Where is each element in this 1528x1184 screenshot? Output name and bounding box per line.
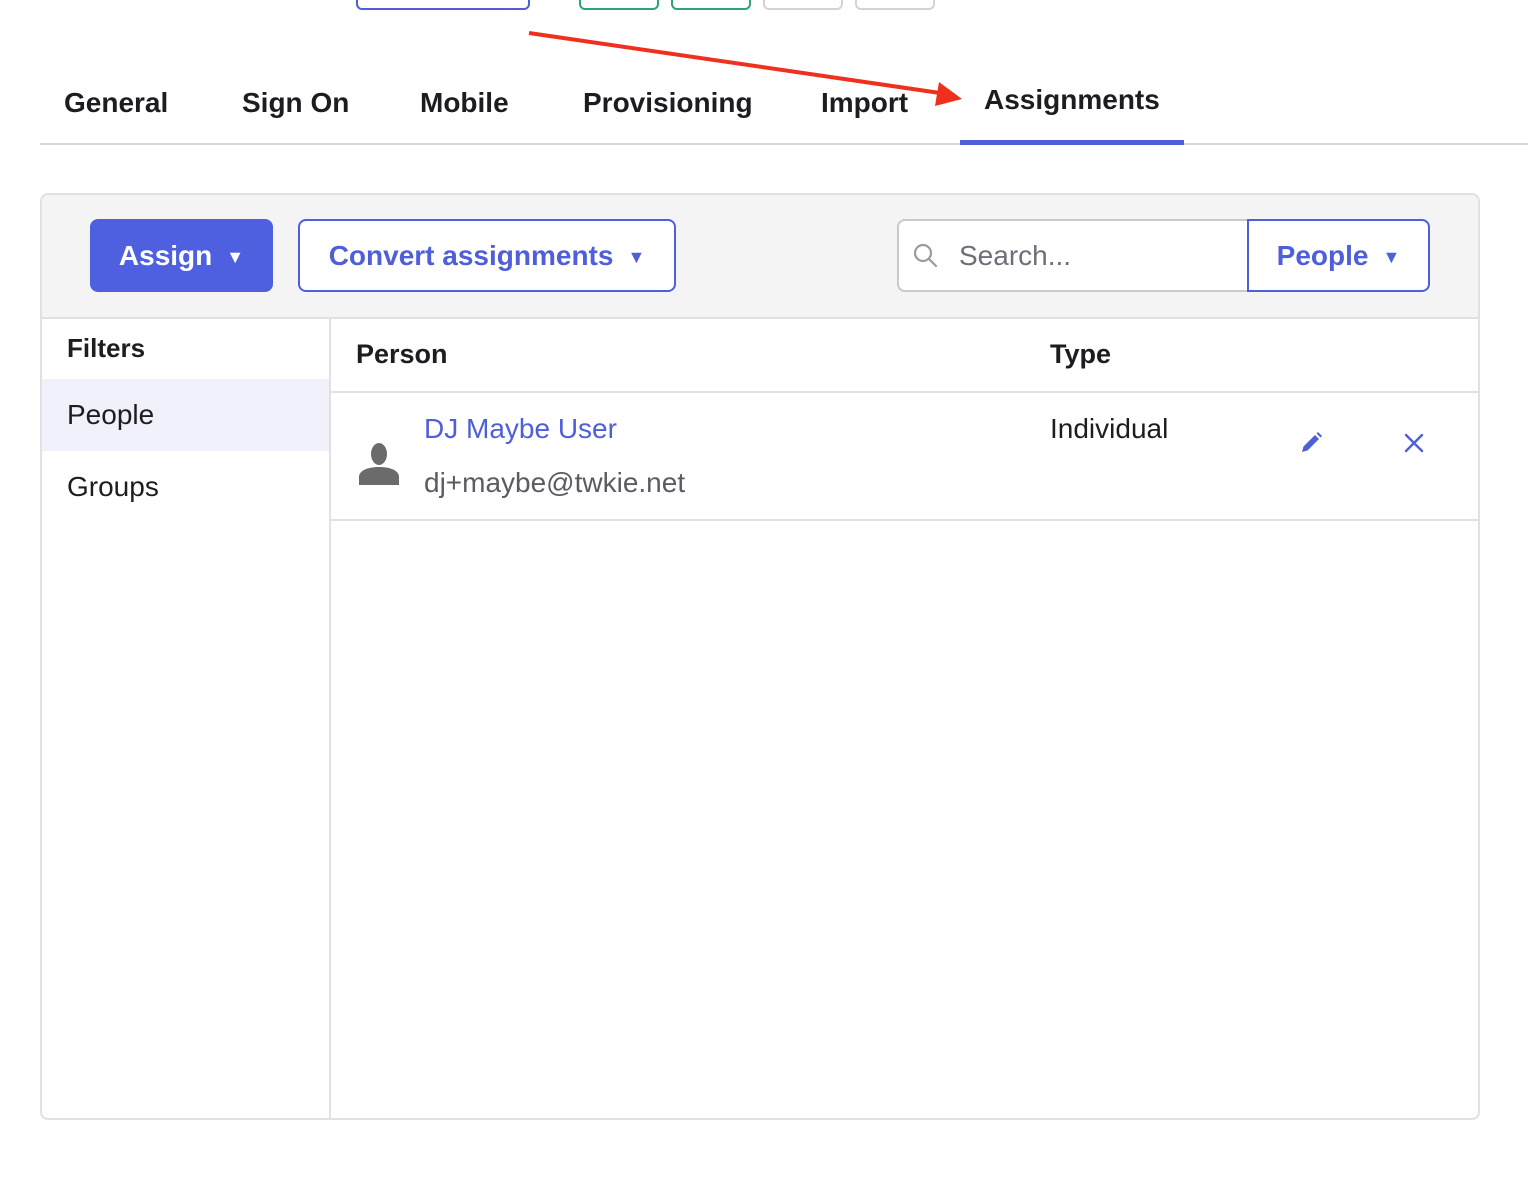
assign-button-label: Assign — [118, 239, 213, 271]
top-status-button[interactable] — [671, 0, 751, 10]
search-box — [897, 219, 1249, 292]
caret-down-icon: ▼ — [627, 247, 646, 267]
search-input[interactable] — [959, 239, 1239, 272]
convert-assignments-button[interactable]: Convert assignments ▼ — [298, 219, 676, 292]
tab-mobile[interactable]: Mobile — [396, 60, 533, 145]
column-header-person: Person — [356, 339, 448, 369]
assignments-table: Person Type DJ Maybe User dj+maybe@twkie… — [331, 319, 1478, 1118]
caret-down-icon: ▼ — [1382, 247, 1401, 267]
search-scope-dropdown[interactable]: People ▼ — [1247, 219, 1430, 292]
app-tabs: General Sign On Mobile Provisioning Impo… — [40, 60, 1528, 145]
column-header-type: Type — [1050, 339, 1112, 369]
tab-assignments[interactable]: Assignments — [960, 60, 1184, 145]
top-action-button[interactable] — [356, 0, 530, 10]
edit-assignment-button[interactable] — [1293, 425, 1329, 461]
convert-assignments-label: Convert assignments — [328, 239, 614, 271]
caret-down-icon: ▼ — [226, 247, 245, 267]
tab-import[interactable]: Import — [797, 60, 932, 145]
tab-provisioning[interactable]: Provisioning — [559, 60, 777, 145]
user-name-link[interactable]: DJ Maybe User — [424, 413, 617, 445]
filters-title: Filters — [67, 333, 146, 363]
header-divider — [331, 391, 1478, 393]
tab-general[interactable]: General — [40, 60, 192, 145]
top-option-button[interactable] — [763, 0, 843, 10]
filters-sidebar: Filters People Groups — [42, 319, 331, 1118]
row-divider — [331, 519, 1478, 521]
user-silhouette-icon — [359, 443, 399, 485]
close-icon — [1404, 433, 1424, 453]
filter-people[interactable]: People — [42, 379, 329, 451]
assignment-type: Individual — [1050, 413, 1169, 444]
remove-assignment-button[interactable] — [1396, 425, 1432, 461]
top-status-button[interactable] — [579, 0, 659, 10]
assignments-toolbar: Assign ▼ Convert assignments ▼ People ▼ — [42, 195, 1478, 319]
assign-button[interactable]: Assign ▼ — [90, 219, 273, 292]
user-email: dj+maybe@twkie.net — [424, 467, 686, 498]
tab-sign-on[interactable]: Sign On — [218, 60, 373, 145]
filter-label: People — [67, 399, 155, 430]
filter-label: Groups — [67, 471, 159, 502]
top-option-button[interactable] — [855, 0, 935, 10]
search-scope-label: People — [1276, 239, 1369, 271]
search-icon — [913, 243, 938, 267]
pencil-icon — [1302, 432, 1322, 452]
assignments-panel: Assign ▼ Convert assignments ▼ People ▼ … — [40, 193, 1480, 1120]
filter-groups[interactable]: Groups — [42, 451, 329, 523]
